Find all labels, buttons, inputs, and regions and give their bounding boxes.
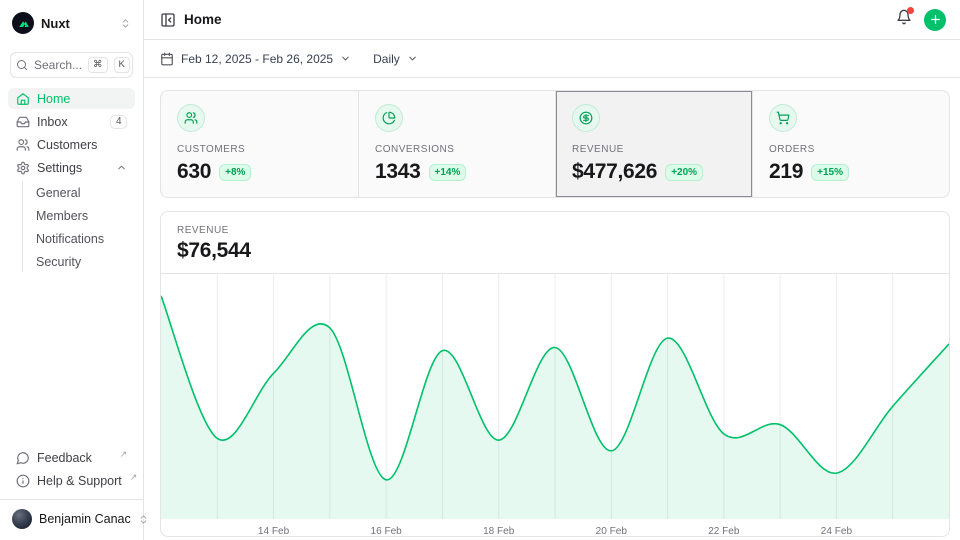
stat-delta-badge: +14% — [429, 164, 467, 181]
inbox-icon — [16, 115, 30, 129]
user-name: Benjamin Canac — [39, 512, 131, 526]
svg-text:22 Feb: 22 Feb — [708, 526, 740, 537]
svg-text:20 Feb: 20 Feb — [596, 526, 628, 537]
feedback-link[interactable]: Feedback ↗ — [8, 447, 135, 468]
sidebar-nav: Home Inbox 4 Customers Settings — [8, 88, 135, 274]
stat-label: CUSTOMERS — [177, 144, 342, 155]
external-link-icon: ↗ — [130, 472, 138, 483]
workspace-name: Nuxt — [41, 16, 113, 31]
search-icon — [16, 59, 28, 71]
kbd-k: K — [114, 57, 130, 72]
sidebar-footer: Feedback ↗ Help & Support ↗ — [8, 447, 135, 491]
page-title: Home — [184, 12, 222, 27]
message-circle-icon — [16, 451, 30, 465]
external-link-icon: ↗ — [119, 449, 127, 460]
stat-label: ORDERS — [769, 144, 933, 155]
inbox-count-badge: 4 — [110, 115, 127, 129]
chart-header: REVENUE $76,544 — [161, 212, 949, 274]
svg-text:18 Feb: 18 Feb — [483, 526, 515, 537]
home-icon — [16, 92, 30, 106]
revenue-area-chart[interactable]: 14 Feb 16 Feb 18 Feb 20 Feb 22 Feb 24 Feb — [161, 274, 949, 537]
stat-value: 1343 — [375, 160, 421, 184]
kbd-cmd: ⌘ — [88, 57, 108, 72]
page-header: Home — [144, 0, 960, 40]
sidebar-spacer — [8, 274, 135, 447]
workspace-switcher[interactable]: Nuxt — [8, 8, 135, 38]
sidebar-item-label: Customers — [37, 138, 127, 152]
svg-text:16 Feb: 16 Feb — [371, 526, 403, 537]
sidebar-item-customers[interactable]: Customers — [8, 134, 135, 155]
sidebar-item-home[interactable]: Home — [8, 88, 135, 109]
search-input[interactable]: Search... ⌘ K — [10, 52, 133, 78]
sidebar-user-section: Benjamin Canac — [0, 499, 143, 532]
stat-label: CONVERSIONS — [375, 144, 539, 155]
period-value: Daily — [373, 52, 400, 66]
sidebar-item-inbox[interactable]: Inbox 4 — [8, 111, 135, 132]
sidebar-item-label: Security — [36, 255, 127, 269]
sidebar-item-label: Home — [37, 92, 127, 106]
page-content: CUSTOMERS 630 +8% CONVERSIONS 1343 +14% — [144, 78, 960, 540]
sidebar: Nuxt Search... ⌘ K Home — [0, 0, 144, 540]
stat-card-orders[interactable]: ORDERS 219 +15% — [752, 91, 949, 197]
users-icon — [177, 104, 205, 132]
circle-dollar-icon — [572, 104, 600, 132]
sidebar-item-security[interactable]: Security — [27, 251, 135, 272]
notifications-button[interactable] — [896, 9, 912, 30]
date-range-picker[interactable]: Feb 12, 2025 - Feb 26, 2025 — [160, 52, 351, 66]
chevron-down-icon — [407, 53, 418, 64]
sidebar-item-label: Settings — [37, 161, 109, 175]
stat-value: 630 — [177, 160, 211, 184]
stats-row: CUSTOMERS 630 +8% CONVERSIONS 1343 +14% — [160, 90, 950, 198]
stat-delta-badge: +20% — [665, 164, 703, 181]
search-placeholder: Search... — [34, 58, 82, 72]
chart-metric-label: REVENUE — [177, 225, 933, 236]
sidebar-item-label: General — [36, 186, 127, 200]
sidebar-item-settings[interactable]: Settings — [8, 157, 135, 178]
notification-dot — [907, 7, 914, 14]
help-support-link[interactable]: Help & Support ↗ — [8, 470, 135, 491]
chevrons-up-down-icon — [120, 18, 131, 29]
users-icon — [16, 138, 30, 152]
svg-text:14 Feb: 14 Feb — [258, 526, 290, 537]
calendar-icon — [160, 52, 174, 66]
filters-toolbar: Feb 12, 2025 - Feb 26, 2025 Daily — [144, 40, 960, 78]
sidebar-item-general[interactable]: General — [27, 182, 135, 203]
sidebar-item-label: Inbox — [37, 115, 103, 129]
chevron-up-icon — [116, 162, 127, 173]
header-actions — [896, 9, 946, 31]
stat-value: $477,626 — [572, 160, 657, 184]
sidebar-item-notifications[interactable]: Notifications — [27, 228, 135, 249]
panel-left-close-icon[interactable] — [160, 12, 176, 28]
nuxt-logo-icon — [12, 12, 34, 34]
period-select[interactable]: Daily — [373, 52, 418, 66]
user-menu-button[interactable]: Benjamin Canac — [8, 506, 135, 532]
dashboard-app: Nuxt Search... ⌘ K Home — [0, 0, 960, 540]
stat-delta-badge: +15% — [811, 164, 849, 181]
stat-card-conversions[interactable]: CONVERSIONS 1343 +14% — [358, 91, 555, 197]
main-area: Home Feb 12, 2 — [144, 0, 960, 540]
sidebar-item-label: Notifications — [36, 232, 127, 246]
sidebar-item-label: Members — [36, 209, 127, 223]
shopping-cart-icon — [769, 104, 797, 132]
settings-subnav: General Members Notifications Security — [22, 182, 135, 272]
revenue-chart-card: REVENUE $76,544 14 Feb 16 Feb 18 Feb 20 Feb… — [160, 211, 950, 537]
stat-card-revenue[interactable]: REVENUE $477,626 +20% — [555, 91, 752, 197]
user-avatar — [12, 509, 32, 529]
feedback-label: Feedback — [37, 451, 111, 465]
chart-metric-value: $76,544 — [177, 239, 933, 263]
date-range-value: Feb 12, 2025 - Feb 26, 2025 — [181, 52, 333, 66]
chart-pie-icon — [375, 104, 403, 132]
gear-icon — [16, 161, 30, 175]
stat-label: REVENUE — [572, 144, 736, 155]
help-support-label: Help & Support — [37, 474, 122, 488]
plus-icon — [929, 13, 942, 26]
info-icon — [16, 474, 30, 488]
svg-text:24 Feb: 24 Feb — [821, 526, 853, 537]
chevron-down-icon — [340, 53, 351, 64]
sidebar-item-members[interactable]: Members — [27, 205, 135, 226]
add-button[interactable] — [924, 9, 946, 31]
stat-card-customers[interactable]: CUSTOMERS 630 +8% — [161, 91, 358, 197]
stat-value: 219 — [769, 160, 803, 184]
stat-delta-badge: +8% — [219, 164, 251, 181]
